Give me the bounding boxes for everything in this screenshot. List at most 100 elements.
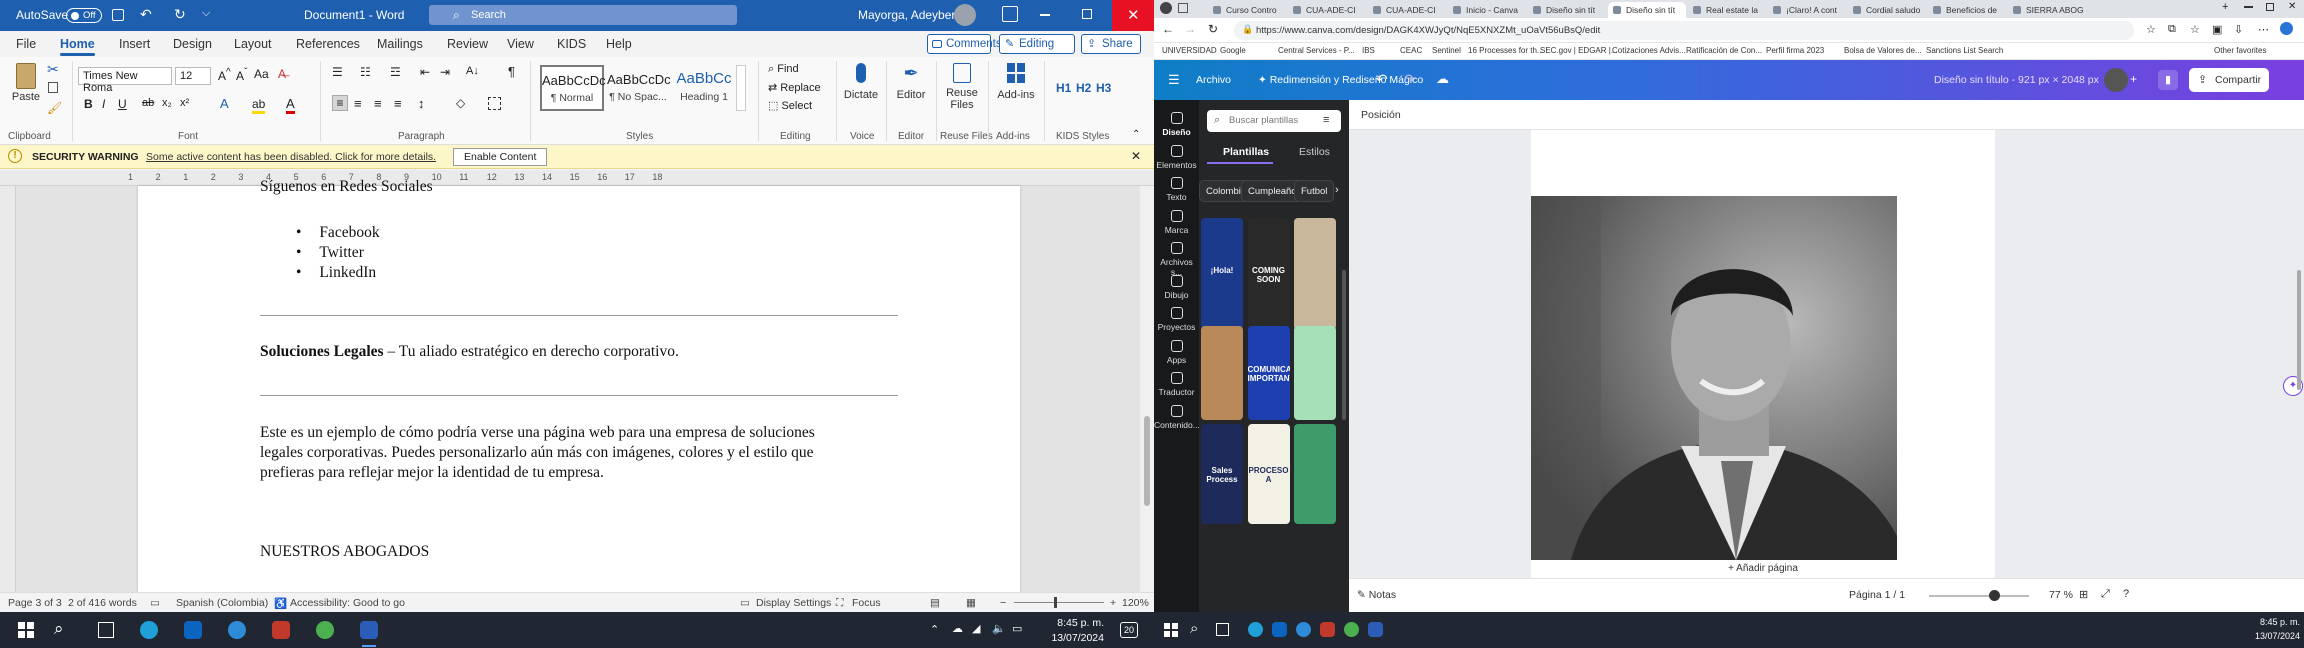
bookmark-item[interactable]: Perfil firma 2023 [1766,46,1824,55]
edge-icon[interactable] [140,621,158,639]
browser-tab[interactable]: Cordial saludo [1848,2,1926,18]
browser-tab[interactable]: Real estate la [1688,2,1766,18]
customize-toolbar-icon[interactable]: ⌵ [202,7,210,20]
more-icon[interactable]: ⋯ [2258,23,2269,36]
network-icon[interactable]: ◢ [972,622,980,635]
battery-icon[interactable]: ▭ [1012,622,1022,635]
task-view-icon[interactable] [98,622,114,638]
task-view-icon[interactable] [1216,623,1229,636]
close-icon[interactable]: ✕ [2288,1,2296,12]
design-title[interactable]: Diseño sin título - 921 px × 2048 px [1934,74,2099,86]
font-name-select[interactable]: Times New Roma [78,67,172,94]
font-color-icon[interactable]: A [286,96,295,114]
zoom-slider-thumb[interactable] [1989,590,2000,601]
user-avatar[interactable] [2104,68,2128,92]
cut-icon[interactable]: ✂ [47,61,59,78]
kids-h2-button[interactable]: H2 [1076,81,1091,95]
panel-scrollbar[interactable] [1342,270,1346,420]
editing-mode-button[interactable]: ✎ Editing [999,34,1075,54]
underline-icon[interactable]: U [118,97,127,111]
align-center-icon[interactable]: ≡ [354,96,362,111]
rail-item[interactable]: Texto [1154,177,1199,202]
multilevel-list-icon[interactable]: ☲ [390,65,401,79]
downloads-icon[interactable]: ⇩ [2234,23,2243,36]
profile-icon[interactable] [1160,2,1172,14]
tab-mailings[interactable]: Mailings [377,37,423,51]
zoom-slider[interactable] [1929,590,2029,601]
decrease-indent-icon[interactable]: ⇤ [420,65,430,79]
proofing-icon[interactable]: ▭ [150,597,160,609]
start-icon[interactable] [1164,623,1178,637]
word-icon[interactable] [1368,622,1383,637]
favorites-icon[interactable]: ☆ [2190,23,2200,36]
sort-icon[interactable]: A↓ [466,65,479,77]
template-thumbnail[interactable] [1294,424,1336,524]
template-thumbnail[interactable]: COMING SOON [1247,218,1290,330]
add-page-button[interactable]: + Añadir página [1531,560,1995,578]
bookmark-item[interactable]: Ratificación de Con... [1686,46,1762,55]
new-tab-icon[interactable]: + [2222,1,2228,13]
rail-item[interactable]: Traductor [1154,372,1199,397]
zoom-level[interactable]: 120% [1122,597,1149,609]
rail-item[interactable]: Apps [1154,339,1199,365]
edge-beta-icon[interactable] [228,621,246,639]
format-painter-icon[interactable]: 🖌 [47,101,62,115]
reload-icon[interactable]: ↻ [1208,22,1218,36]
add-collaborator-icon[interactable]: + [2130,72,2137,86]
edge-icon[interactable] [1248,622,1263,637]
back-icon[interactable]: ← [1162,22,1174,36]
outlook-icon[interactable] [184,621,202,639]
style-normal[interactable]: AaBbCcDc ¶ Normal [540,65,606,111]
shrink-font-icon[interactable]: Aˇ [236,67,247,83]
subscript-icon[interactable]: x₂ [162,97,172,109]
archivo-menu[interactable]: Archivo [1196,74,1231,86]
collapse-ribbon-icon[interactable]: ⌃ [1132,129,1140,140]
scroll-thumb[interactable] [1144,416,1150,506]
bookmark-item[interactable]: CEAC [1400,46,1422,55]
editor-button[interactable]: ✒ Editor [892,63,930,101]
menu-icon[interactable]: ☰ [1168,72,1180,88]
bookmark-item[interactable]: Sentinel [1432,46,1461,55]
zoom-slider-thumb[interactable] [1054,597,1057,608]
clock-time[interactable]: 8:45 p. m. [1030,617,1104,629]
display-settings-button[interactable]: Display Settings [756,597,831,609]
magic-resize-button[interactable]: ✦ Redimensión y Rediseño Mágico [1258,74,1423,86]
grid-view-icon[interactable]: ⊞ [2079,588,2088,601]
page-indicator[interactable]: Página 1 / 1 [1849,589,1905,601]
bookmark-item[interactable]: Google [1220,46,1246,55]
bookmark-item[interactable]: 16 Processes for th... [1468,46,1544,55]
add-ins-button[interactable]: Add-ins [994,63,1038,101]
clock-date[interactable]: 13/07/2024 [2234,631,2300,641]
design-page[interactable] [1531,130,1995,560]
tab-home[interactable]: Home [60,37,95,56]
search-icon[interactable]: ⌕ [54,619,64,639]
warning-details-link[interactable]: Some active content has been disabled. C… [146,151,436,163]
extensions-icon[interactable]: ⧉ [2168,23,2176,36]
template-thumbnail[interactable]: Sales Process [1201,424,1243,524]
search-icon[interactable]: ⌕ [1190,620,1198,637]
minimize-icon[interactable] [1040,14,1050,16]
rail-item[interactable]: Proyectos [1154,307,1199,332]
rail-item[interactable]: Diseño [1154,112,1199,137]
tab-kids[interactable]: KIDS [557,37,586,51]
bookmark-item[interactable]: SEC.gov | EDGAR |... [1540,46,1618,55]
align-right-icon[interactable]: ≡ [374,96,382,111]
page-count[interactable]: Page 3 of 3 [8,597,62,609]
tab-review[interactable]: Review [447,37,488,51]
horizontal-ruler[interactable]: 1 2 1 2 3 4 5 6 7 8 9 10 11 12 13 14 15 16 17 18 [0,170,1154,186]
bookmark-item[interactable]: Bolsa de Valores de... [1844,46,1922,55]
maximize-icon[interactable] [1082,9,1092,19]
rail-item[interactable]: Archivos s... [1154,242,1199,277]
workspaces-icon[interactable] [1178,3,1188,13]
browser-tab[interactable]: Diseño sin tít [1608,2,1686,18]
tab-design[interactable]: Design [173,37,212,51]
borders-icon[interactable] [488,97,501,110]
template-thumbnail[interactable] [1201,326,1243,420]
chip-futbol[interactable]: Futbol [1294,180,1335,202]
style-no-spacing[interactable]: AaBbCcDc ¶ No Spac... [606,65,671,111]
highlight-icon[interactable]: ab [252,97,266,114]
cloud-save-icon[interactable]: ☁ [1436,71,1449,87]
star-icon[interactable]: ☆ [2146,23,2156,36]
template-thumbnail[interactable]: ¡Hola! [1201,218,1243,330]
chrome-icon[interactable] [1344,622,1359,637]
